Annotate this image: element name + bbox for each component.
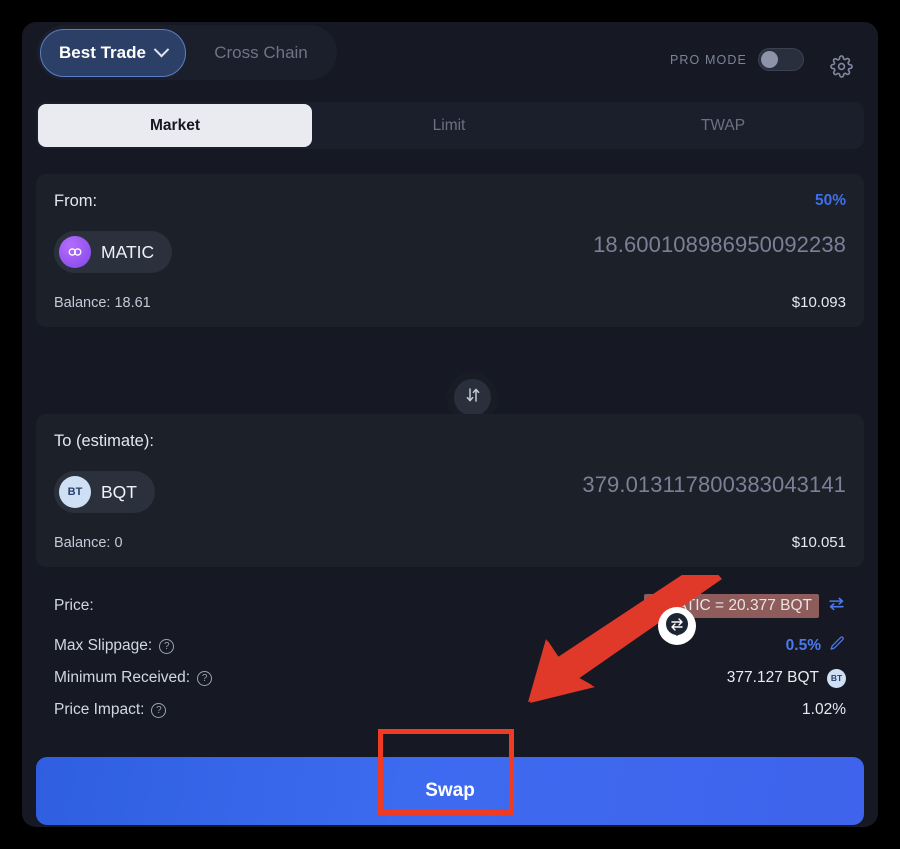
question-circle-icon[interactable]: ? [159, 638, 175, 654]
max-slippage-value-group: 0.5% [786, 635, 846, 657]
detail-row-max-slippage: Max Slippage: ? 0.5% [36, 630, 864, 662]
to-usd-value: $10.051 [791, 534, 846, 551]
swap-button[interactable]: Swap [36, 757, 864, 825]
from-token-symbol: MATIC [101, 241, 155, 262]
tab-twap-label: TWAP [700, 116, 746, 134]
to-heading: To (estimate): [54, 432, 154, 450]
max-slippage-label-group: Max Slippage: ? [54, 637, 175, 655]
mode-cross-chain[interactable]: Cross Chain [186, 29, 336, 77]
from-percent-shortcut[interactable]: 50% [815, 192, 846, 210]
to-amount-output[interactable]: 379.013117800383043141 [582, 472, 846, 498]
toggle-knob [761, 51, 778, 68]
mode-cross-chain-label: Cross Chain [214, 42, 308, 62]
tab-market[interactable]: Market [38, 104, 312, 147]
tab-market-label: Market [150, 116, 200, 134]
pro-mode-toggle[interactable] [758, 48, 804, 71]
price-impact-value-group: 1.02% [802, 701, 846, 719]
order-type-tabs: Market Limit TWAP [36, 102, 864, 149]
price-impact-value: 1.02% [802, 701, 846, 718]
pencil-edit-icon[interactable] [829, 635, 846, 657]
tab-limit-label: Limit [432, 116, 466, 134]
chevron-down-icon[interactable] [153, 41, 170, 58]
price-label-group: Price: [54, 597, 94, 615]
price-impact-label-group: Price Impact: ? [54, 701, 167, 719]
detail-row-price: Price: 1 MATIC = 20.377 BQT [36, 582, 864, 630]
trade-details: Price: 1 MATIC = 20.377 BQT Max Slippage… [36, 582, 864, 726]
app-screenshot: Best Trade Cross Chain PRO MODE Market L… [0, 0, 900, 849]
price-value[interactable]: 1 MATIC = 20.377 BQT [643, 594, 819, 618]
to-balance: Balance: 0 [54, 535, 123, 551]
bqt-logo-text: BT [67, 486, 83, 498]
minimum-received-label: Minimum Received: [54, 669, 191, 686]
from-usd-value: $10.093 [791, 294, 846, 311]
top-bar: Best Trade Cross Chain PRO MODE [22, 22, 878, 90]
from-heading: From: [54, 192, 98, 210]
to-token-symbol: BQT [101, 481, 137, 502]
max-slippage-value: 0.5% [785, 637, 821, 654]
question-circle-icon[interactable]: ? [197, 670, 213, 686]
to-panel: To (estimate): BT BQT 379.01311780038304… [36, 414, 864, 567]
matic-logo-icon [59, 236, 91, 268]
mode-best-trade[interactable]: Best Trade [40, 28, 186, 77]
flip-direction-button[interactable] [454, 379, 491, 416]
mode-best-trade-label: Best Trade [59, 42, 146, 62]
minimum-received-value-group: 377.127 BQT BT [726, 668, 846, 688]
price-label: Price: [54, 597, 94, 614]
trade-mode-switch: Best Trade Cross Chain [37, 25, 337, 80]
price-value-group: 1 MATIC = 20.377 BQT [643, 594, 846, 618]
swap-horizontal-arrows-icon[interactable] [827, 594, 846, 618]
tab-limit[interactable]: Limit [312, 104, 586, 147]
detail-row-minimum-received: Minimum Received: ? 377.127 BQT BT [36, 662, 864, 694]
from-amount-input[interactable]: 18.600108986950092238 [593, 232, 846, 258]
to-token-selector[interactable]: BT BQT [54, 471, 155, 513]
minimum-received-label-group: Minimum Received: ? [54, 669, 213, 687]
swap-vertical-arrows-icon [464, 386, 482, 409]
gear-icon[interactable] [830, 55, 853, 83]
pro-mode-label: PRO MODE [669, 52, 747, 67]
pro-mode-control: PRO MODE [670, 48, 804, 71]
bqt-logo-icon: BT [59, 476, 91, 508]
from-panel: From: 50% MATIC 18.600108986950092238 Ba… [36, 174, 864, 327]
max-slippage-label: Max Slippage: [54, 637, 153, 654]
bqt-logo-icon: BT [827, 668, 846, 688]
swap-widget-card: Best Trade Cross Chain PRO MODE Market L… [22, 22, 878, 827]
from-token-selector[interactable]: MATIC [54, 231, 173, 273]
from-balance: Balance: 18.61 [54, 295, 151, 311]
price-impact-label: Price Impact: [54, 701, 145, 718]
tab-twap[interactable]: TWAP [586, 104, 860, 147]
detail-row-price-impact: Price Impact: ? 1.02% [36, 694, 864, 726]
question-circle-icon[interactable]: ? [151, 702, 167, 718]
minimum-received-value: 377.127 BQT [726, 669, 819, 686]
